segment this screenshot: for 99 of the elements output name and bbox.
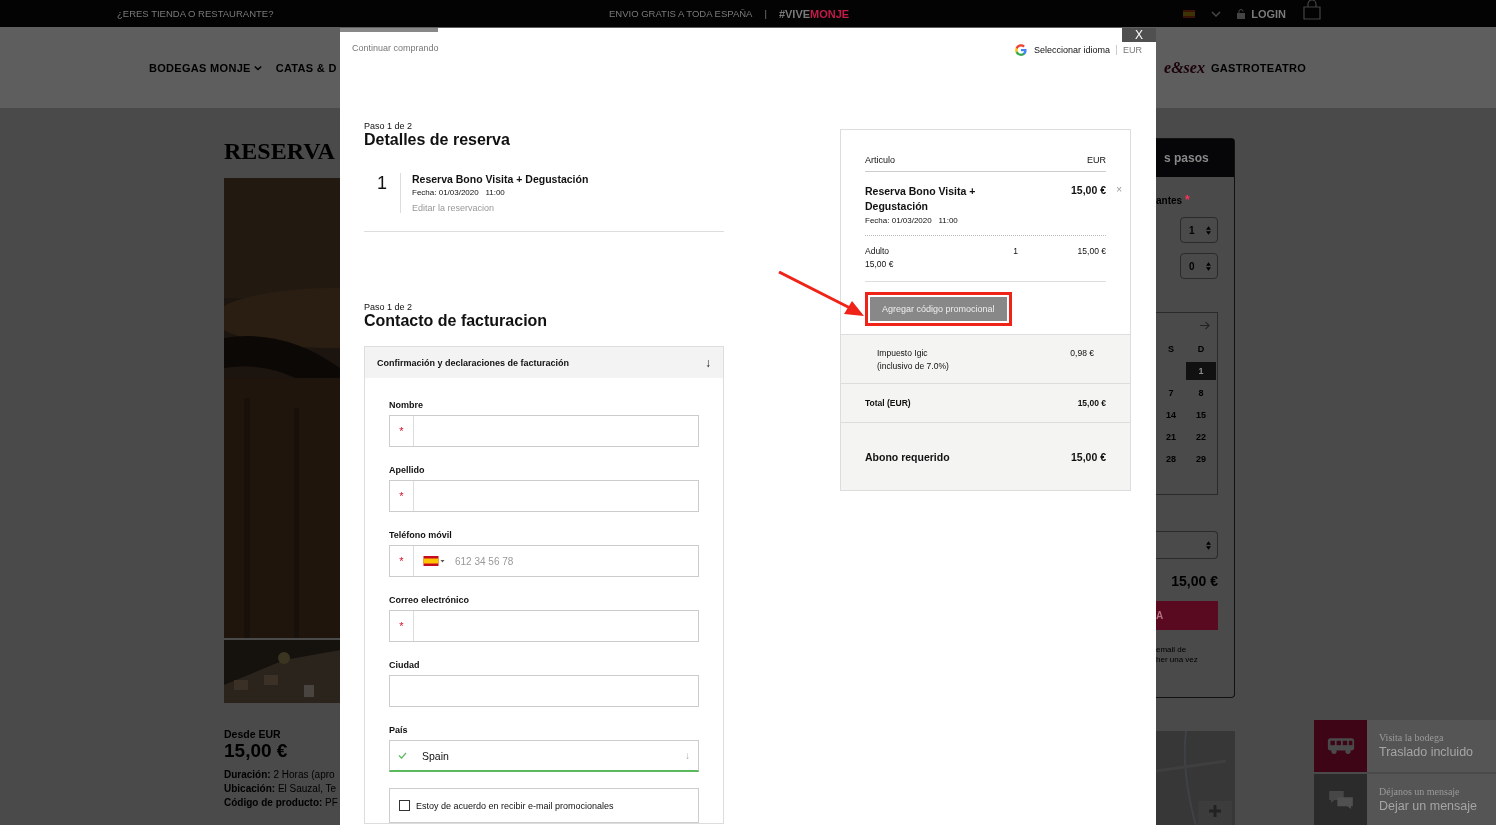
calendar-day[interactable]: 21	[1156, 428, 1186, 446]
hashtag: #VIVEMONJE	[778, 7, 850, 20]
weekday: S	[1167, 343, 1175, 356]
section-title: Detalles de reserva	[364, 131, 511, 149]
line-amount: 15,00 €	[1077, 246, 1106, 258]
bag-icon[interactable]	[1302, 0, 1323, 20]
top-link[interactable]: ¿ERES TIENDA O RESTAURANTE?	[117, 8, 609, 19]
deposit-amount: 15,00 €	[1070, 450, 1106, 463]
bus-icon	[1326, 736, 1355, 756]
required-mark: *	[390, 611, 414, 641]
quantity-select[interactable]: 1	[1180, 217, 1218, 243]
column-header: EUR	[1087, 155, 1106, 165]
contact-widget[interactable]: Déjanos un mensaje Dejar un mensaje	[1314, 774, 1496, 825]
toggle-arrow[interactable]: ↓	[705, 355, 711, 370]
chevron-icon[interactable]	[1211, 10, 1222, 17]
widget-title: Dejar un mensaje	[1379, 799, 1477, 813]
detail-text: Código de producto: PF	[224, 796, 339, 810]
total-amount: 15,00 €	[1077, 398, 1106, 408]
section-title: Contacto de facturacion	[364, 312, 549, 330]
total-price: 15,00 €	[1171, 573, 1218, 589]
accordion-header[interactable]: Confirmación y declaraciones de facturación ↓	[365, 347, 723, 378]
column-header: Articulo	[865, 155, 895, 165]
close-button[interactable]: X	[1122, 28, 1156, 42]
tax-amount: 0,98 €	[1070, 348, 1094, 360]
detail-text: Ubicación: El Sauzal, Te	[224, 782, 338, 796]
phone-field[interactable]: * 612 34 56 78	[389, 545, 699, 577]
text-field[interactable]: *	[389, 415, 699, 447]
step-label: Paso 1 de 2	[364, 121, 414, 131]
stepper-icon	[1206, 261, 1211, 271]
check-icon	[398, 752, 407, 759]
field-label: Teléfono móvil	[389, 530, 453, 540]
stepper-icon	[1206, 540, 1211, 550]
text-field[interactable]: *	[389, 480, 699, 512]
field-label: Correo electrónico	[389, 595, 471, 605]
panel-header: s pasos	[1156, 139, 1234, 177]
tax-note: (inclusivo de 7.0%)	[877, 361, 949, 371]
item-date: Fecha: 01/03/2020 11:00	[412, 188, 506, 197]
calendar-day[interactable]: 7	[1156, 384, 1186, 402]
required-mark: *	[390, 416, 414, 446]
login-link[interactable]: LOGIN	[1237, 7, 1287, 20]
text-field[interactable]: *	[389, 610, 699, 642]
total-label: Total (EUR)	[865, 398, 911, 408]
required-mark: *	[390, 546, 414, 576]
quantity: 1	[1013, 246, 1018, 258]
remove-button[interactable]: ×	[1116, 184, 1122, 195]
widget-title: Traslado incluido	[1379, 745, 1474, 759]
calendar-day[interactable]: 8	[1186, 384, 1216, 402]
book-button[interactable]: A	[1156, 601, 1218, 630]
deposit-label: Abono requerido	[865, 450, 950, 463]
ticket-type: Adulto	[865, 246, 891, 256]
chat-icon	[1326, 790, 1355, 810]
item-number: 1	[376, 173, 388, 195]
accordion-title: Confirmación y declaraciones de facturación	[377, 357, 570, 368]
field-label: Ciudad	[389, 660, 421, 670]
weekday: D	[1196, 343, 1206, 356]
participants-label: antes *	[1156, 193, 1190, 207]
calendar-day[interactable]: 28	[1156, 450, 1186, 468]
calendar-day[interactable]: 29	[1186, 450, 1216, 468]
field-label: Nombre	[389, 400, 424, 410]
item-date: Fecha: 01/03/2020 11:00	[865, 216, 959, 225]
price: 15,00 €	[224, 740, 289, 762]
field-label: País	[389, 725, 409, 735]
stepper-icon	[1206, 225, 1211, 235]
price-label: Desde EUR	[224, 728, 282, 740]
calendar-day[interactable]: 1	[1186, 362, 1216, 380]
nav-item[interactable]: GASTROTEATRO	[1210, 61, 1306, 74]
detail-text: Duración: 2 Horas (apro	[224, 768, 336, 782]
item-price: 15,00 €	[1070, 184, 1106, 198]
logo-text[interactable]: e&sex	[1164, 58, 1205, 77]
calendar-day[interactable]: 15	[1186, 406, 1216, 424]
language-selector[interactable]: Seleccionar idioma	[1033, 45, 1117, 55]
lock-icon	[1237, 8, 1246, 19]
country-select[interactable]: Spain ↓	[389, 740, 699, 772]
page-title: RESERVA	[224, 138, 336, 166]
calendar-day[interactable]: 22	[1186, 428, 1216, 446]
quantity-select[interactable]: 0	[1180, 253, 1218, 279]
tax-label: Impuesto Igic	[877, 348, 929, 358]
item-name: Reserva Bono Visita + Degustación	[412, 173, 589, 185]
consent-checkbox-row[interactable]: Estoy de acuerdo en recibir e-mail promocionales	[389, 788, 699, 823]
promo-code-button[interactable]: Agregar código promocional	[870, 297, 1007, 321]
nav-item[interactable]: BODEGAS MONJE	[149, 61, 262, 74]
item-name: Reserva Bono Visita + Degustación	[865, 184, 977, 214]
required-mark: *	[390, 481, 414, 511]
field-label: Apellido	[389, 465, 426, 475]
edit-link[interactable]: Editar la reservacion	[412, 203, 589, 213]
next-arrow-icon[interactable]	[1200, 321, 1211, 330]
step-label: Paso 1 de 2	[364, 302, 414, 312]
calendar-day[interactable]: 14	[1156, 406, 1186, 424]
unit-price: 15,00 €	[865, 259, 894, 269]
nav-item[interactable]: CATAS & D	[275, 61, 337, 74]
google-icon[interactable]	[1013, 43, 1028, 57]
checkbox-label: Estoy de acuerdo en recibir e-mail promocionales	[416, 800, 614, 811]
text-field[interactable]	[389, 675, 699, 707]
checkbox[interactable]	[399, 800, 410, 811]
separator: |	[764, 8, 767, 19]
shipping-text: ENVIO GRATIS A TODA ESPAÑA	[609, 8, 753, 19]
currency-selector[interactable]: EUR	[1117, 45, 1155, 55]
widget-subtitle: Déjanos un mensaje	[1379, 786, 1461, 797]
continue-shopping-link[interactable]: Continuar comprando	[352, 43, 439, 57]
